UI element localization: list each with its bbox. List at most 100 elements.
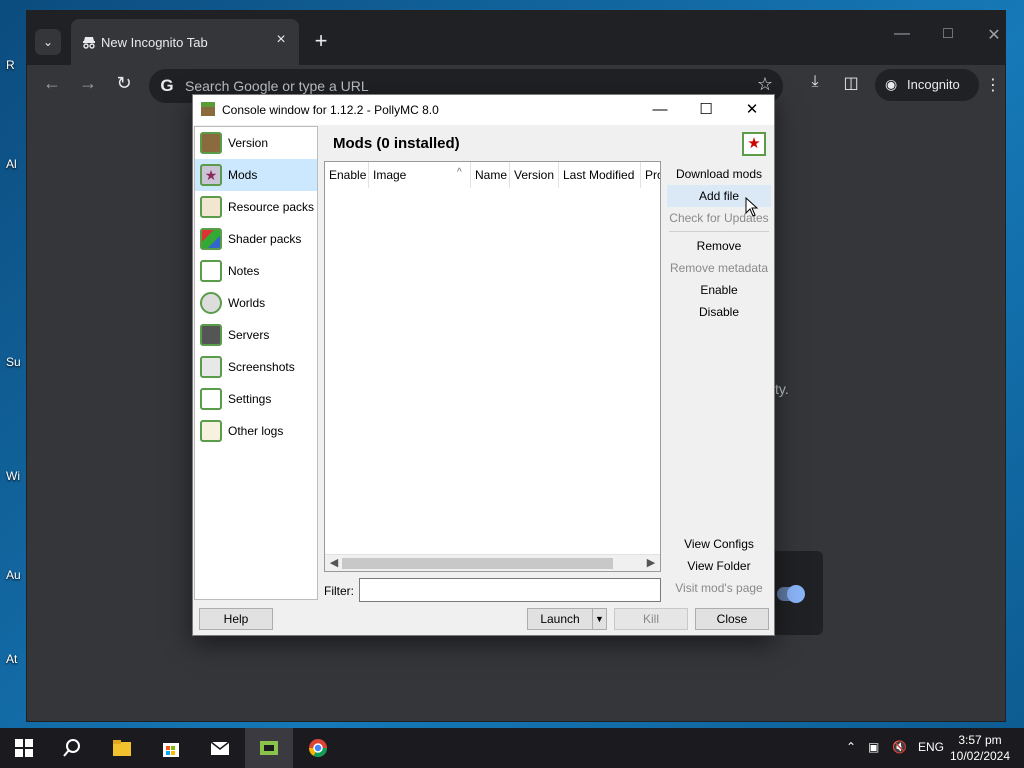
incognito-tab-icon [83, 37, 95, 49]
maximize-icon[interactable]: ☐ [683, 98, 729, 122]
reload-icon[interactable]: ↻ [111, 73, 137, 94]
worlds-icon [200, 292, 222, 314]
resource-packs-icon [200, 196, 222, 218]
minimize-icon[interactable]: — [879, 25, 925, 43]
sidebar-item-label: Servers [228, 328, 270, 342]
forward-icon[interactable]: → [75, 73, 101, 94]
sidebar-item-label: Shader packs [228, 232, 302, 246]
launch-label: Launch [540, 612, 580, 626]
view-configs-button[interactable]: View Configs [667, 533, 771, 555]
chrome-taskbar-button[interactable] [294, 728, 342, 768]
mail-button[interactable] [196, 728, 244, 768]
file-explorer-button[interactable] [98, 728, 146, 768]
sidebar-item-version[interactable]: Version [195, 127, 317, 159]
microsoft-store-icon [163, 743, 179, 757]
sidebar-item-shader-packs[interactable]: Shader packs [195, 223, 317, 255]
visit-mod-page-button[interactable]: Visit mod's page [667, 577, 771, 599]
taskbar: ⌃ ▣ 🔇 ENG 3:57 pm 10/02/2024 [0, 728, 1024, 768]
console-titlebar[interactable]: Console window for 1.12.2 - PollyMC 8.0 … [193, 95, 774, 125]
scrollbar-thumb[interactable] [342, 558, 613, 569]
menu-dots-icon[interactable]: ⋮ [985, 75, 1001, 95]
horizontal-scrollbar[interactable]: ◀ ▶ [325, 554, 660, 571]
help-button[interactable]: Help [199, 608, 273, 630]
desktop-icon-label[interactable]: At [6, 652, 17, 666]
microsoft-store-button[interactable] [147, 728, 195, 768]
sort-ascending-icon: ^ [457, 167, 462, 178]
remove-button[interactable]: Remove [667, 235, 771, 257]
sidebar-item-resource-packs[interactable]: Resource packs [195, 191, 317, 223]
plus-icon[interactable]: + [309, 29, 333, 53]
column-header-enable[interactable]: Enable [325, 162, 369, 188]
tab-title: New Incognito Tab [101, 35, 208, 50]
remove-metadata-button[interactable]: Remove metadata [667, 257, 771, 279]
sidebar-item-label: Settings [228, 392, 272, 406]
incognito-chip[interactable]: ◉ Incognito [875, 69, 979, 101]
column-header-provider[interactable]: Pro [641, 162, 660, 188]
back-icon[interactable]: ← [39, 73, 65, 94]
desktop-icon-label[interactable]: Au [6, 568, 21, 582]
network-icon[interactable]: ▣ [868, 740, 879, 754]
show-hidden-icons-icon[interactable]: ⌃ [846, 740, 856, 754]
omnibox-placeholder[interactable]: Search Google or type a URL [185, 78, 369, 94]
sidebar-item-label: Version [228, 136, 269, 150]
favorite-star-icon[interactable]: ★ [742, 132, 766, 156]
bookmark-star-icon[interactable]: ☆ [757, 74, 773, 95]
scroll-right-icon[interactable]: ▶ [644, 556, 658, 569]
download-mods-button[interactable]: Download mods [667, 163, 771, 185]
sidebar-item-screenshots[interactable]: Screenshots [195, 351, 317, 383]
column-header-version[interactable]: Version [510, 162, 559, 188]
close-icon[interactable]: × [271, 31, 291, 49]
search-button[interactable] [48, 728, 96, 768]
enable-button[interactable]: Enable [667, 279, 771, 301]
instance-sidebar: Version ★ Mods Resource packs Shader pac… [194, 126, 318, 600]
mail-icon [210, 741, 230, 755]
volume-muted-icon[interactable]: 🔇 [892, 740, 907, 754]
launch-button[interactable]: Launch ▼ [527, 608, 607, 630]
column-header-last-modified[interactable]: Last Modified [559, 162, 641, 188]
side-panel-icon[interactable]: ◫ [839, 73, 863, 93]
maximize-icon[interactable]: □ [925, 25, 971, 43]
pollymc-app-icon [201, 102, 215, 116]
google-icon: G [160, 76, 174, 95]
view-folder-button[interactable]: View Folder [667, 555, 771, 577]
taskbar-clock[interactable]: 3:57 pm 10/02/2024 [944, 732, 1016, 764]
language-indicator[interactable]: ENG [918, 740, 944, 754]
sidebar-item-other-logs[interactable]: Other logs [195, 415, 317, 447]
column-header-name[interactable]: Name [471, 162, 510, 188]
clock-date: 10/02/2024 [949, 749, 1011, 763]
scroll-left-icon[interactable]: ◀ [327, 556, 341, 569]
incognito-page-text: ty. [775, 381, 789, 397]
close-icon[interactable]: ✕ [729, 98, 775, 122]
browser-tab[interactable]: New Incognito Tab × [71, 19, 299, 65]
disable-button[interactable]: Disable [667, 301, 771, 323]
close-button[interactable]: Close [695, 608, 769, 630]
toggle-knob[interactable] [787, 585, 805, 603]
desktop-icon-label[interactable]: Al [6, 157, 17, 171]
sidebar-item-notes[interactable]: Notes [195, 255, 317, 287]
minimize-icon[interactable]: — [637, 98, 683, 122]
console-title: Console window for 1.12.2 - PollyMC 8.0 [222, 103, 439, 117]
tab-list-icon[interactable]: ⌄ [35, 29, 61, 55]
tab-strip: ⌄ New Incognito Tab × + — □ ✕ [27, 11, 1005, 65]
chevron-down-icon[interactable]: ▼ [592, 609, 606, 629]
desktop-icon-label[interactable]: R [6, 58, 15, 72]
mods-table[interactable]: Enable Image ^ Name Version Last Modifie… [324, 161, 661, 572]
version-icon [200, 132, 222, 154]
windows-start-button[interactable] [0, 728, 48, 768]
sidebar-item-worlds[interactable]: Worlds [195, 287, 317, 319]
download-icon[interactable]: ⤓ [803, 73, 827, 91]
column-header-image[interactable]: Image ^ [369, 162, 471, 188]
filter-input[interactable] [359, 578, 661, 602]
sidebar-item-mods[interactable]: ★ Mods [195, 159, 317, 191]
sidebar-item-servers[interactable]: Servers [195, 319, 317, 351]
kill-button[interactable]: Kill [614, 608, 688, 630]
close-window-icon[interactable]: ✕ [971, 25, 1017, 45]
pollymc-taskbar-button[interactable] [245, 728, 293, 768]
desktop-icon-label[interactable]: Su [6, 355, 21, 369]
shader-packs-icon [200, 228, 222, 250]
sidebar-item-settings[interactable]: Settings [195, 383, 317, 415]
desktop-icon-label[interactable]: Wi [6, 469, 20, 483]
sidebar-item-label: Other logs [228, 424, 284, 438]
sidebar-item-label: Worlds [228, 296, 266, 310]
pollymc-icon [260, 741, 278, 755]
